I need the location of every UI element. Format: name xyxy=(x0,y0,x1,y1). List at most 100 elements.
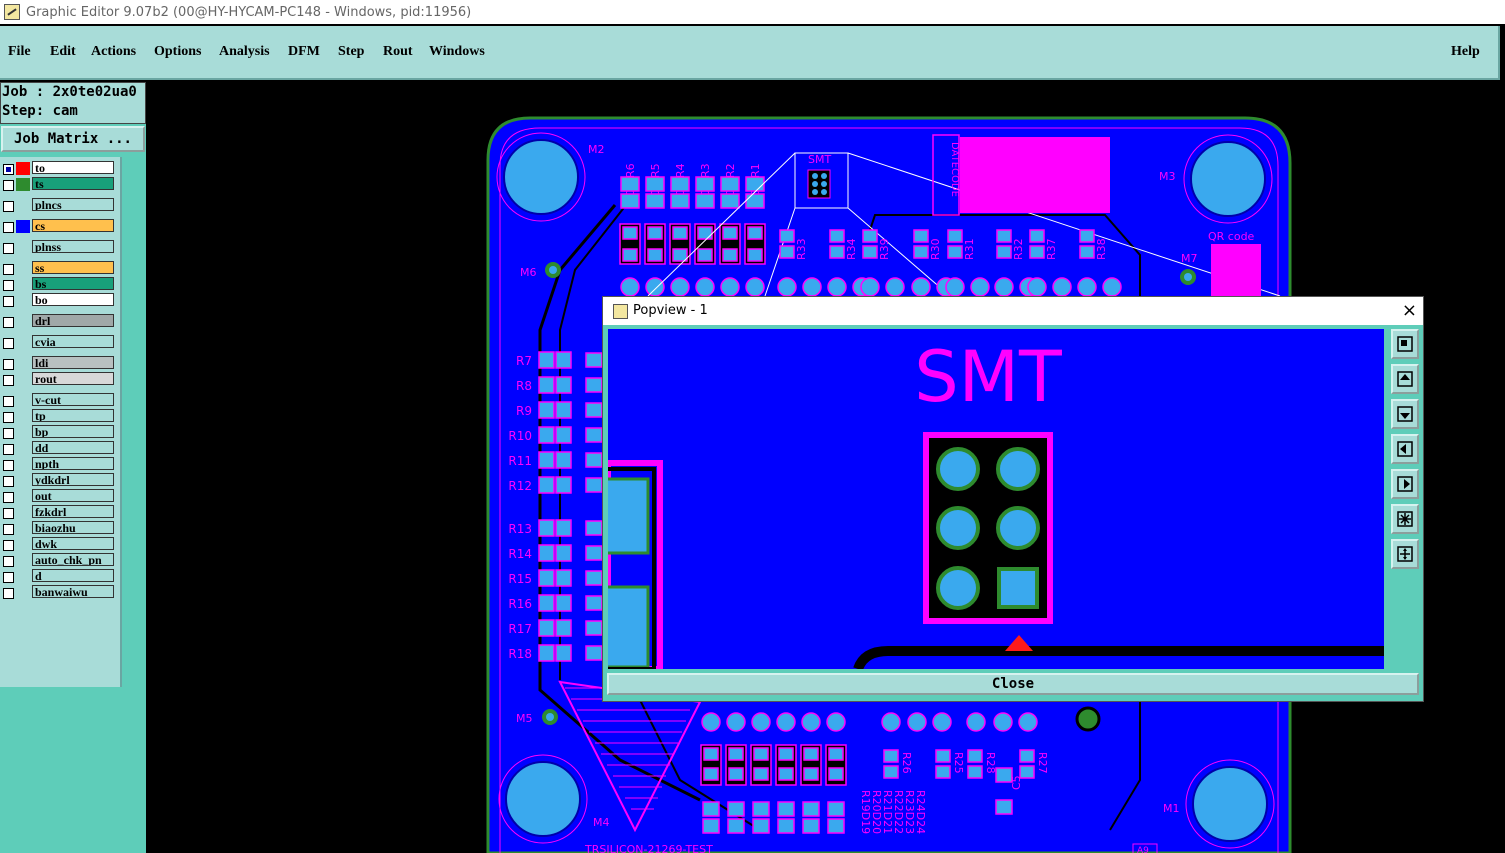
layer-name[interactable]: d xyxy=(32,569,114,582)
layer-checkbox[interactable] xyxy=(3,317,14,328)
layer-name[interactable]: bp xyxy=(32,425,114,438)
layer-name[interactable]: plncs xyxy=(32,198,114,211)
menu-options[interactable]: Options xyxy=(154,44,201,60)
layer-checkbox[interactable] xyxy=(3,338,14,349)
layer-row-ts[interactable]: ts xyxy=(0,177,118,192)
layer-name[interactable]: biaozhu xyxy=(32,521,114,534)
menu-step[interactable]: Step xyxy=(338,44,364,60)
layer-row-v-cut[interactable]: v-cut xyxy=(0,393,118,408)
layer-checkbox[interactable] xyxy=(3,572,14,583)
layer-name[interactable]: ts xyxy=(32,177,114,190)
layer-row-ss[interactable]: ss xyxy=(0,261,118,276)
pan-down-button[interactable] xyxy=(1391,399,1419,429)
layer-name[interactable]: bo xyxy=(32,293,114,306)
layer-row-auto_chk_pn[interactable]: auto_chk_pn xyxy=(0,553,118,568)
layer-checkbox[interactable] xyxy=(3,444,14,455)
layer-row-fzkdrl[interactable]: fzkdrl xyxy=(0,505,118,520)
layer-color-swatch xyxy=(16,554,30,567)
layer-checkbox[interactable] xyxy=(3,492,14,503)
layer-name[interactable]: tp xyxy=(32,409,114,422)
layer-name[interactable]: bs xyxy=(32,277,114,290)
layer-checkbox[interactable] xyxy=(3,412,14,423)
layer-name[interactable]: ss xyxy=(32,261,114,274)
layer-name[interactable]: npth xyxy=(32,457,114,470)
layer-checkbox[interactable] xyxy=(3,296,14,307)
menu-dfm[interactable]: DFM xyxy=(288,44,320,60)
layer-name[interactable]: out xyxy=(32,489,114,502)
layer-row-plnss[interactable]: plnss xyxy=(0,240,118,255)
layer-checkbox[interactable] xyxy=(3,476,14,487)
layer-checkbox[interactable] xyxy=(3,375,14,386)
menu-analysis[interactable]: Analysis xyxy=(219,44,270,60)
pan-left-button[interactable] xyxy=(1391,434,1419,464)
layer-row-biaozhu[interactable]: biaozhu xyxy=(0,521,118,536)
layer-row-cvia[interactable]: cvia xyxy=(0,335,118,350)
layer-checkbox[interactable] xyxy=(3,201,14,212)
layer-name[interactable]: dd xyxy=(32,441,114,454)
menu-help[interactable]: Help xyxy=(1451,44,1480,60)
zoom-out-button[interactable] xyxy=(1391,539,1419,569)
layer-checkbox[interactable] xyxy=(3,180,14,191)
layer-checkbox[interactable] xyxy=(3,164,14,175)
layer-name[interactable]: auto_chk_pn xyxy=(32,553,114,566)
layer-row-ldi[interactable]: ldi xyxy=(0,356,118,371)
top-pad-row1 xyxy=(645,176,665,192)
menu-actions[interactable]: Actions xyxy=(91,44,136,60)
layer-checkbox[interactable] xyxy=(3,428,14,439)
layer-name[interactable]: ydkdrl xyxy=(32,473,114,486)
left-resistor-pad xyxy=(538,451,555,469)
layer-row-to[interactable]: to xyxy=(0,161,118,176)
layer-row-bp[interactable]: bp xyxy=(0,425,118,440)
layer-checkbox[interactable] xyxy=(3,222,14,233)
layer-row-plncs[interactable]: plncs xyxy=(0,198,118,213)
zoom-home-button[interactable] xyxy=(1391,329,1419,359)
layer-row-rout[interactable]: rout xyxy=(0,372,118,387)
layer-checkbox[interactable] xyxy=(3,524,14,535)
layer-name[interactable]: dwk xyxy=(32,537,114,550)
layer-row-bs[interactable]: bs xyxy=(0,277,118,292)
popview-close-button[interactable]: Close xyxy=(607,673,1419,695)
menu-rout[interactable]: Rout xyxy=(383,44,413,60)
menu-edit[interactable]: Edit xyxy=(50,44,76,60)
layer-name[interactable]: v-cut xyxy=(32,393,114,406)
layer-checkbox[interactable] xyxy=(3,540,14,551)
layer-checkbox[interactable] xyxy=(3,588,14,599)
layer-name[interactable]: to xyxy=(32,161,114,174)
layer-row-dd[interactable]: dd xyxy=(0,441,118,456)
layer-row-cs[interactable]: cs xyxy=(0,219,118,234)
layer-row-tp[interactable]: tp xyxy=(0,409,118,424)
menu-file[interactable]: File xyxy=(8,44,31,60)
layer-checkbox[interactable] xyxy=(3,396,14,407)
layer-name[interactable]: cvia xyxy=(32,335,114,348)
layer-checkbox[interactable] xyxy=(3,508,14,519)
job-matrix-button[interactable]: Job Matrix ... xyxy=(1,126,145,152)
layer-row-bo[interactable]: bo xyxy=(0,293,118,308)
layer-checkbox[interactable] xyxy=(3,359,14,370)
layer-name[interactable]: cs xyxy=(32,219,114,232)
layer-name[interactable]: banwaiwu xyxy=(32,585,114,598)
popview-close-icon[interactable]: × xyxy=(1402,300,1417,321)
pan-up-button[interactable] xyxy=(1391,364,1419,394)
layer-row-ydkdrl[interactable]: ydkdrl xyxy=(0,473,118,488)
layer-checkbox[interactable] xyxy=(3,460,14,471)
layer-checkbox[interactable] xyxy=(3,556,14,567)
layer-name[interactable]: plnss xyxy=(32,240,114,253)
layer-row-out[interactable]: out xyxy=(0,489,118,504)
layer-row-d[interactable]: d xyxy=(0,569,118,584)
layer-row-npth[interactable]: npth xyxy=(0,457,118,472)
layer-checkbox[interactable] xyxy=(3,264,14,275)
layer-row-banwaiwu[interactable]: banwaiwu xyxy=(0,585,118,600)
layer-checkbox[interactable] xyxy=(3,243,14,254)
layer-name[interactable]: drl xyxy=(32,314,114,327)
layer-name[interactable]: fzkdrl xyxy=(32,505,114,518)
bottom-component-pad xyxy=(753,767,769,781)
layer-checkbox[interactable] xyxy=(3,280,14,291)
menu-windows[interactable]: Windows xyxy=(429,44,485,60)
popview-canvas[interactable]: SMT xyxy=(608,329,1384,669)
layer-row-drl[interactable]: drl xyxy=(0,314,118,329)
pan-right-button[interactable] xyxy=(1391,469,1419,499)
layer-name[interactable]: ldi xyxy=(32,356,114,369)
layer-name[interactable]: rout xyxy=(32,372,114,385)
layer-row-dwk[interactable]: dwk xyxy=(0,537,118,552)
zoom-in-button[interactable] xyxy=(1391,504,1419,534)
